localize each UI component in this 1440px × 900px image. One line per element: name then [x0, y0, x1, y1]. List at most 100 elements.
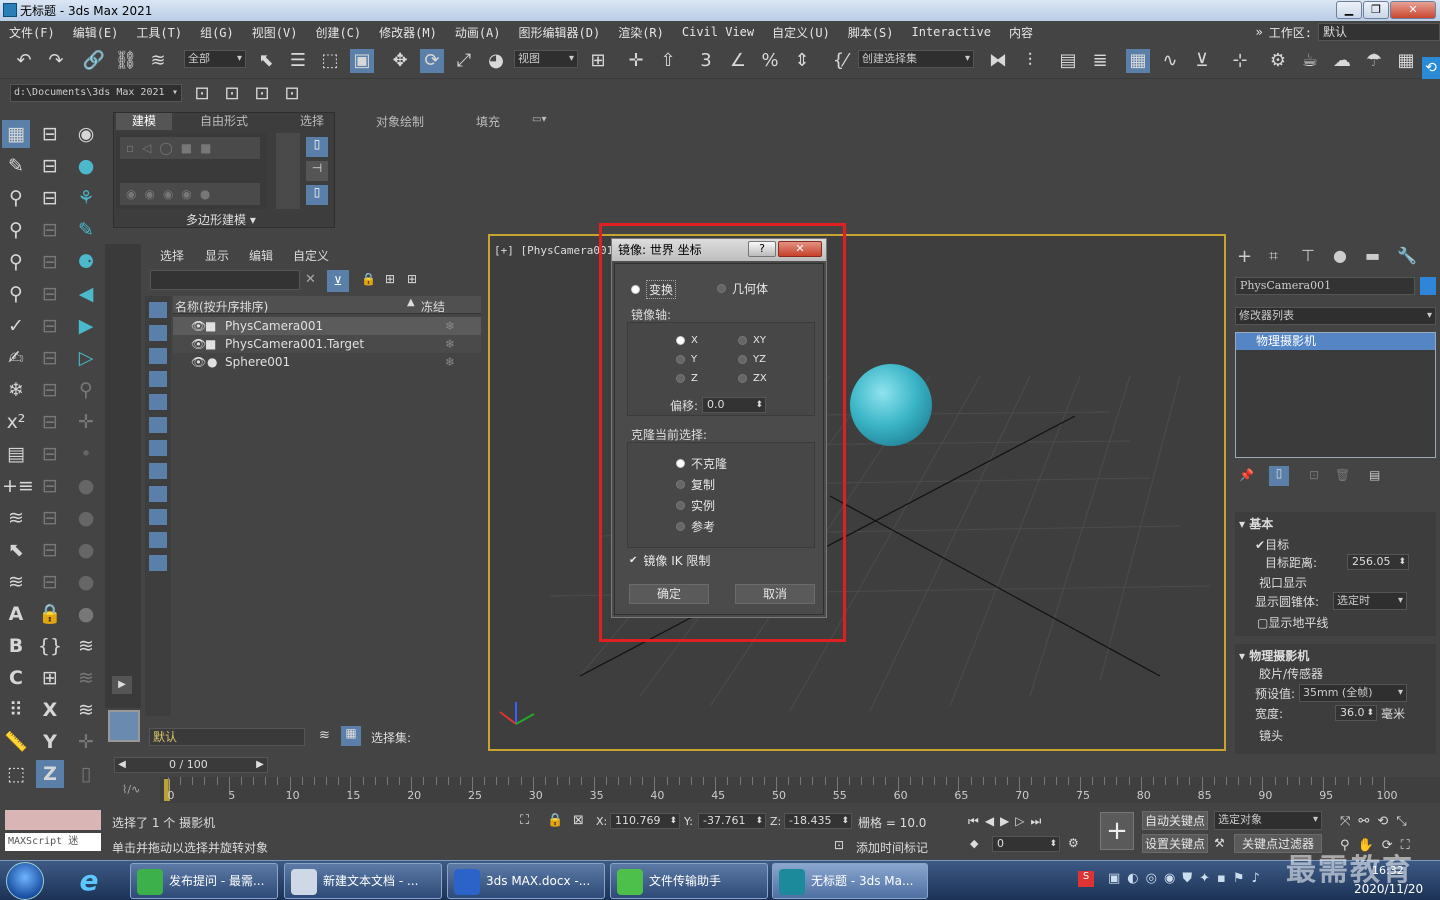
freeze-icon[interactable]: ❄	[445, 353, 455, 371]
menu-scripting[interactable]: 脚本(S)	[839, 24, 903, 41]
project-open-icon[interactable]: ⊡	[190, 82, 214, 106]
sort-up-icon[interactable]: ▲	[407, 297, 415, 308]
tool3-7-icon[interactable]: ▶	[72, 312, 100, 340]
instance-radio[interactable]: 实例	[676, 497, 715, 514]
viewport-thumbnail[interactable]	[108, 710, 140, 742]
key-filter-icon[interactable]: ⚒	[1214, 836, 1225, 850]
ribbon-tab-freeform[interactable]: 自由形式	[200, 113, 248, 130]
axis-z-icon[interactable]: Z	[36, 760, 64, 788]
help-icon[interactable]: ?	[748, 241, 776, 257]
render-frame-icon[interactable]: ☁	[1330, 49, 1354, 73]
track-bar[interactable]: 0 5 10 15 20 25 30 35 40 45 50 55 60 65 70 75 80 85 90 95 10…	[160, 777, 1440, 803]
curve-editor-icon[interactable]: ∿	[1158, 49, 1182, 73]
filter-lights-icon[interactable]	[149, 348, 167, 364]
axis-x-icon[interactable]: X	[36, 696, 64, 724]
tray-wechat-icon[interactable]: ◐	[1127, 871, 1145, 886]
time-prev-icon[interactable]: ◀	[115, 758, 129, 772]
bind-spacewarp-icon[interactable]: ≋	[146, 49, 170, 73]
input-method-icon[interactable]: S	[1078, 871, 1094, 887]
ribbon-tab-modeling[interactable]: 建模	[116, 113, 172, 130]
letter-b-icon[interactable]: B	[2, 632, 30, 660]
sx-col-name[interactable]: 名称(按升序排序)	[175, 298, 268, 315]
layer-dropdown[interactable]: 默认	[149, 728, 305, 746]
filter-xrefs-icon[interactable]	[149, 463, 167, 479]
tool3-19-icon[interactable]: ≋	[72, 696, 100, 724]
menu-customize[interactable]: 自定义(U)	[763, 24, 839, 41]
axis-xy-radio[interactable]: XY	[738, 335, 766, 346]
tool3-17-icon[interactable]: ≋	[72, 632, 100, 660]
add-layer-icon[interactable]: +≡	[2, 472, 34, 500]
axis-yz-radio[interactable]: YZ	[738, 354, 766, 365]
select-by-name-icon[interactable]: ☰	[286, 49, 310, 73]
ok-button[interactable]: 确定	[629, 584, 709, 604]
render-icon[interactable]: ☂	[1362, 49, 1386, 73]
align-icon[interactable]: ⫶	[1018, 49, 1042, 73]
filter-icon[interactable]: ⊻	[327, 270, 349, 292]
tray-security-icon[interactable]: ◉	[1164, 871, 1182, 886]
snap-3d-icon[interactable]: 3	[694, 49, 718, 73]
place-icon[interactable]: ◕	[484, 49, 508, 73]
sx-menu-select[interactable]: 选择	[160, 247, 184, 264]
keyboard-shortcut-icon[interactable]: ⇧	[656, 49, 680, 73]
sphere-object[interactable]	[850, 364, 932, 446]
axis-y-icon[interactable]: Y	[36, 728, 64, 756]
z-coord-input[interactable]: -18.435	[784, 813, 852, 829]
axis-x-radio[interactable]: X	[676, 335, 698, 346]
filter-spacewarps-icon[interactable]	[149, 417, 167, 433]
tray-network-icon[interactable]: ▣	[1108, 871, 1127, 886]
set-key-button[interactable]: 设置关键点	[1142, 834, 1208, 853]
eye-icon[interactable]: 👁	[191, 317, 206, 335]
cancel-button[interactable]: 取消	[735, 584, 815, 604]
mirror-ik-checkbox[interactable]: ✔ 镜像 IK 限制	[629, 552, 710, 569]
menu-create[interactable]: 创建(C)	[306, 24, 370, 41]
axis-y-radio[interactable]: Y	[676, 354, 697, 365]
minimize-button[interactable]: ▁	[1336, 1, 1362, 19]
maximize-button[interactable]: ❐	[1363, 1, 1389, 19]
preset-dropdown[interactable]: 35mm (全帧)	[1299, 684, 1407, 702]
eye-icon[interactable]: 👁	[191, 335, 206, 353]
filter-cameras-icon[interactable]	[149, 371, 167, 387]
ribbon-tab-object-paint[interactable]: 对象绘制	[376, 113, 424, 130]
goto-end-icon[interactable]: ⏭	[1031, 814, 1048, 828]
maxscript-listener[interactable]	[5, 810, 101, 830]
no-clone-radio[interactable]: 不克隆	[676, 455, 727, 472]
select-object-icon[interactable]: ⬉	[254, 49, 278, 73]
maxscript-input[interactable]: MAXScript 迷	[5, 833, 101, 851]
freeze-icon[interactable]: ❄	[445, 317, 455, 335]
cursor-box-icon[interactable]: ⬉	[2, 536, 30, 564]
ribbon-tab-populate[interactable]: 填充	[476, 113, 500, 130]
zoom-icon[interactable]: ⤧	[1340, 814, 1358, 829]
tray-app-icon[interactable]: ✦	[1199, 871, 1217, 886]
project-path-dropdown[interactable]: d:\Documents\3ds Max 2021	[10, 84, 182, 102]
sx-search-input[interactable]	[150, 270, 300, 290]
sx-menu-display[interactable]: 显示	[205, 247, 229, 264]
tool2-2-icon[interactable]: ⊟	[36, 152, 64, 180]
task-item-1[interactable]: 发布提问 - 最需...	[130, 863, 278, 899]
dotted-box-icon[interactable]: ⬚	[2, 760, 30, 788]
filter-groups-icon[interactable]	[149, 440, 167, 456]
tray-shield-icon[interactable]: ⛊	[1182, 871, 1199, 886]
dots-icon[interactable]: ⠿	[2, 696, 30, 724]
letter-c-icon[interactable]: C	[2, 664, 30, 692]
key-mode-icon[interactable]: ◆	[970, 837, 978, 850]
menu-modifiers[interactable]: 修改器(M)	[370, 24, 446, 41]
project-folder-icon[interactable]: ⊡	[250, 82, 274, 106]
select-check-icon[interactable]: ✓	[2, 312, 30, 340]
edit-named-sel-icon[interactable]: {⁄	[828, 49, 852, 73]
named-selection-dropdown[interactable]: 创建选择集	[858, 50, 974, 68]
motion-tab-icon[interactable]: ●	[1333, 246, 1347, 265]
redo-icon[interactable]: ↷	[44, 49, 68, 73]
time-config-icon[interactable]: ⚙	[1068, 836, 1079, 850]
sx-menu-edit[interactable]: 编辑	[249, 247, 273, 264]
object-color-swatch[interactable]	[1420, 277, 1436, 295]
lock-sx-icon[interactable]: 🔒	[361, 272, 376, 286]
play-icon[interactable]: ▶	[1000, 814, 1015, 828]
angle-snap-icon[interactable]: ∠	[726, 49, 750, 73]
menu-civil-view[interactable]: Civil View	[673, 25, 763, 39]
object-name-field[interactable]: PhysCamera001	[1235, 277, 1415, 295]
width-input[interactable]: 36.0	[1335, 705, 1377, 721]
layer-tool-icon[interactable]: ▦	[341, 726, 361, 746]
window-crossing-icon[interactable]: ▣	[350, 49, 374, 73]
ribbon-toggle-icon[interactable]: ▦	[1126, 49, 1150, 73]
filter-shapes-icon[interactable]	[149, 325, 167, 341]
